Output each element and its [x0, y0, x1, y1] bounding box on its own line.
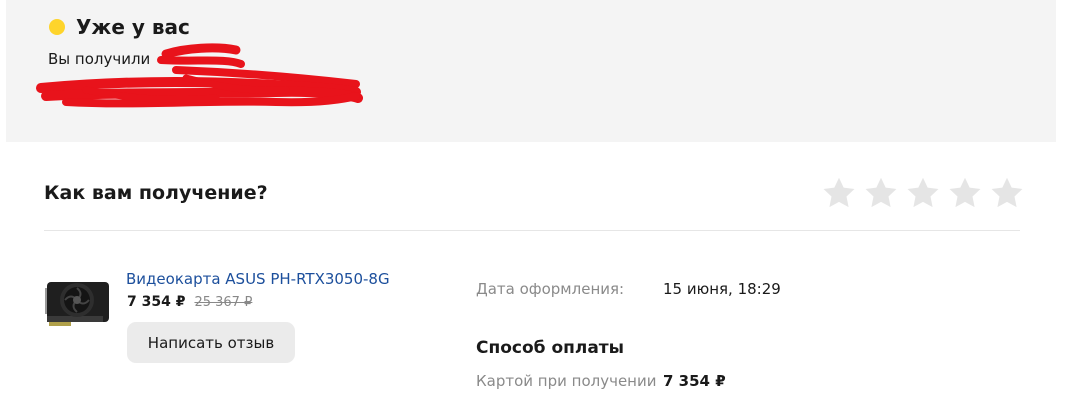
star-1-icon[interactable] — [821, 175, 857, 211]
star-4-icon[interactable] — [947, 175, 983, 211]
graphics-card-icon[interactable] — [44, 272, 110, 328]
star-2-icon[interactable] — [863, 175, 899, 211]
status-dot-icon — [49, 19, 65, 35]
status-panel: Уже у вас Вы получили — [6, 0, 1056, 142]
order-card: Уже у вас Вы получили Как вам получение? — [6, 0, 1056, 401]
page: Уже у вас Вы получили Как вам получение? — [0, 0, 1082, 401]
product-price: 7 354 ₽ — [127, 294, 186, 310]
price-row: 7 354 ₽ 25 367 ₽ — [127, 294, 252, 310]
order-date-value: 15 июня, 18:29 — [663, 280, 781, 298]
write-review-button[interactable]: Написать отзыв — [127, 322, 295, 363]
payment-title: Способ оплаты — [476, 338, 625, 358]
payment-amount: 7 354 ₽ — [663, 372, 726, 390]
status-title: Уже у вас — [76, 15, 190, 39]
star-3-icon[interactable] — [905, 175, 941, 211]
order-date-label: Дата оформления: — [476, 280, 625, 298]
payment-method: Картой при получении — [476, 372, 657, 390]
rating-stars — [821, 175, 1025, 215]
divider — [44, 230, 1020, 231]
product-name-link[interactable]: Видеокарта ASUS PH-RTX3050-8G — [126, 269, 390, 289]
product-old-price: 25 367 ₽ — [194, 295, 253, 310]
rating-question: Как вам получение? — [44, 182, 268, 204]
redaction-scribble — [36, 43, 363, 108]
star-5-icon[interactable] — [989, 175, 1025, 211]
